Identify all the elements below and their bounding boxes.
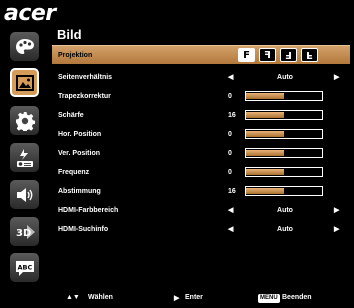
sidebar: 3D ABC	[0, 24, 50, 284]
sidebar-item-3d[interactable]: 3D	[10, 217, 39, 246]
sidebar-item-audio[interactable]	[10, 180, 39, 209]
row-label: Projektion	[58, 51, 93, 59]
option-value: Auto	[277, 73, 293, 81]
slider[interactable]	[245, 91, 323, 101]
enter-hint: Enter	[185, 294, 203, 301]
palette-icon	[15, 38, 34, 54]
menu-row-keystone[interactable]: Trapezkorrektur 0	[52, 87, 350, 105]
slider-fill	[246, 131, 284, 137]
arrow-left-icon[interactable]: ◀	[228, 225, 233, 233]
slider[interactable]	[245, 186, 323, 196]
enter-arrow-icon: ▶	[174, 295, 180, 302]
row-label: Schärfe	[58, 111, 84, 119]
sidebar-item-color[interactable]	[10, 32, 39, 61]
menu-row-v-position[interactable]: Ver. Position 0	[52, 144, 350, 162]
slider[interactable]	[245, 129, 323, 139]
menu-row-hdmi-scan-info[interactable]: HDMI-Suchinfo ◀ Auto ▶	[52, 220, 350, 238]
menu-key-icon: MENU	[258, 294, 280, 303]
page-title: Bild	[57, 27, 82, 42]
3d-icon: 3D	[16, 224, 35, 239]
row-label: Seitenverhältnis	[58, 73, 113, 81]
language-icon: ABC	[15, 260, 34, 276]
up-down-arrows-icon: ▲▼	[66, 294, 80, 301]
row-label: Hor. Position	[58, 130, 102, 138]
sidebar-item-picture[interactable]	[10, 68, 39, 97]
speaker-icon	[16, 187, 32, 202]
arrow-right-icon[interactable]: ▶	[334, 73, 339, 81]
projection-ceiling-rear-option[interactable]: F	[280, 48, 297, 62]
exit-hint: Beenden	[282, 294, 312, 301]
slider-fill	[246, 188, 284, 194]
slider-fill	[246, 150, 284, 156]
picture-icon	[15, 74, 34, 91]
row-label: Trapezkorrektur	[58, 92, 111, 100]
projection-options: F F F F	[238, 48, 318, 62]
slider-fill	[246, 93, 284, 99]
arrow-right-icon[interactable]: ▶	[334, 206, 339, 214]
option-value: Auto	[277, 206, 293, 214]
slider[interactable]	[245, 167, 323, 177]
arrow-left-icon[interactable]: ◀	[228, 206, 233, 214]
menu-row-tracking[interactable]: Abstimmung 16	[52, 182, 350, 200]
slider[interactable]	[245, 110, 323, 120]
row-label: Ver. Position	[58, 149, 101, 157]
arrow-right-icon[interactable]: ▶	[334, 225, 339, 233]
menu-row-frequency[interactable]: Frequenz 0	[52, 163, 350, 181]
svg-text:3D: 3D	[16, 228, 31, 239]
gear-icon	[15, 111, 35, 131]
slider-fill	[246, 112, 284, 118]
menu-row-projection[interactable]: Projektion F F F F	[52, 45, 350, 64]
power-management-icon	[16, 148, 33, 167]
svg-text:ABC: ABC	[17, 263, 32, 271]
sidebar-item-settings[interactable]	[10, 106, 39, 135]
projection-ceiling-front-option[interactable]: F	[301, 48, 318, 62]
menu-row-aspect-ratio[interactable]: Seitenverhältnis ◀ Auto ▶	[52, 68, 350, 86]
row-label: Frequenz	[58, 168, 90, 176]
sidebar-item-management[interactable]	[10, 143, 39, 172]
menu-row-hdmi-color-range[interactable]: HDMI-Farbbereich ◀ Auto ▶	[52, 201, 350, 219]
row-label: HDMI-Suchinfo	[58, 225, 109, 233]
footer-hints: ▲▼ Wählen ▶ Enter MENU Beenden	[0, 288, 354, 308]
slider[interactable]	[245, 148, 323, 158]
row-label: Abstimmung	[58, 187, 101, 195]
menu-row-sharpness[interactable]: Schärfe 16	[52, 106, 350, 124]
projection-front-option[interactable]: F	[238, 48, 255, 62]
menu-row-h-position[interactable]: Hor. Position 0	[52, 125, 350, 143]
projection-rear-option[interactable]: F	[259, 48, 276, 62]
select-hint: Wählen	[88, 294, 113, 301]
arrow-left-icon[interactable]: ◀	[228, 73, 233, 81]
sidebar-item-language[interactable]: ABC	[10, 253, 39, 282]
row-label: HDMI-Farbbereich	[58, 206, 119, 214]
slider-fill	[246, 169, 284, 175]
acer-logo: acer	[4, 1, 56, 26]
option-value: Auto	[277, 225, 293, 233]
